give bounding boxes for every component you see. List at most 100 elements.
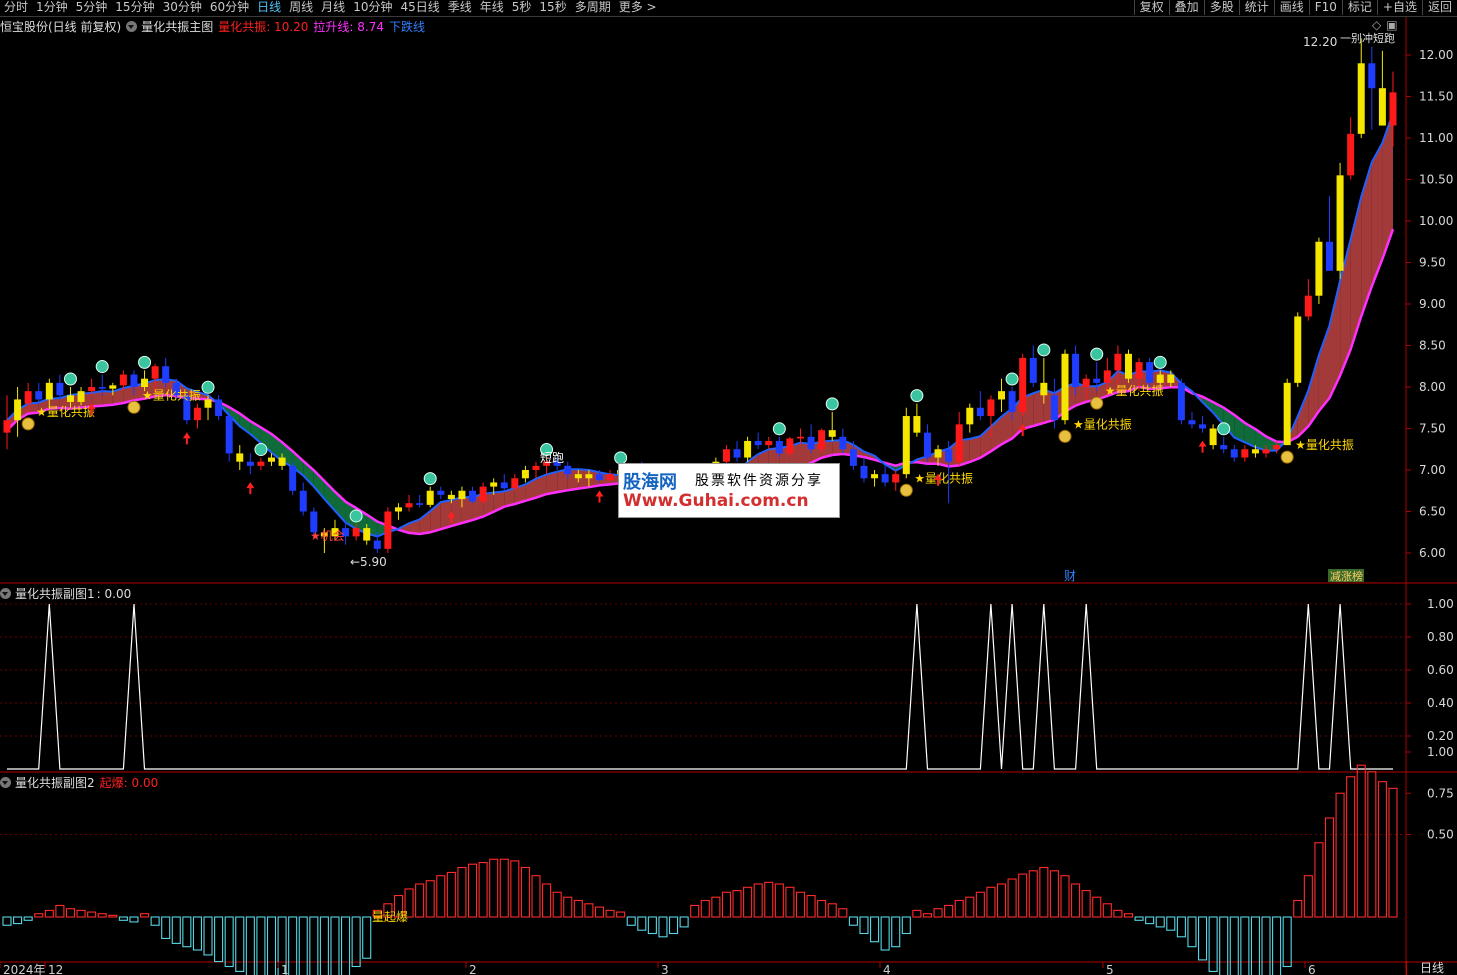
- candle-body: [447, 494, 455, 500]
- sub2-title[interactable]: 量化共振副图2: [15, 774, 95, 791]
- candle-body: [1220, 445, 1228, 450]
- period-tab-3[interactable]: 15分钟: [115, 0, 154, 15]
- sub1-menu-icon[interactable]: [0, 588, 11, 599]
- check-badge-icon: [1153, 355, 1167, 369]
- toolbar-button-6[interactable]: 标记: [1341, 0, 1377, 15]
- toolbar-button-8[interactable]: 返回: [1421, 0, 1457, 15]
- sub2-bar: [1293, 899, 1303, 918]
- check-badge-icon: [910, 389, 924, 403]
- sub2-bar: [563, 896, 573, 918]
- money-bag-icon: [1280, 450, 1294, 464]
- period-switch-button[interactable]: 日线: [1406, 961, 1457, 975]
- period-tab-15[interactable]: 多周期: [575, 0, 611, 15]
- candle-body: [98, 387, 106, 389]
- candle-body: [998, 391, 1006, 400]
- sub2-bar: [531, 875, 541, 918]
- period-tab-2[interactable]: 5分钟: [76, 0, 108, 15]
- sub2-bar: [478, 861, 488, 918]
- candle-body: [1357, 63, 1365, 134]
- period-tab-13[interactable]: 5秒: [512, 0, 532, 15]
- toolbar-button-4[interactable]: 画线: [1273, 0, 1309, 15]
- sub1-title[interactable]: 量化共振副图1: [15, 585, 95, 602]
- sub2-bar: [256, 916, 266, 975]
- candle-body: [141, 378, 149, 387]
- candle-body: [1209, 428, 1217, 446]
- sub2-bar: [1166, 916, 1176, 931]
- candle-body: [1008, 391, 1016, 412]
- period-tab-16[interactable]: 更多 >: [619, 0, 657, 15]
- sub2-bar: [330, 916, 340, 975]
- period-tab-0[interactable]: 分时: [4, 0, 28, 15]
- rise-band-segment: [102, 391, 113, 406]
- sub2-menu-icon[interactable]: [0, 777, 11, 788]
- period-tab-7[interactable]: 周线: [289, 0, 313, 15]
- sub2-bar: [182, 916, 192, 948]
- diamond-icon[interactable]: ◇: [1372, 18, 1381, 32]
- period-tab-14[interactable]: 15秒: [539, 0, 566, 15]
- sub2-bar: [192, 916, 202, 951]
- sub2-bar: [489, 858, 499, 918]
- burst-label: 量起爆: [372, 910, 408, 924]
- candle-body: [1336, 175, 1344, 271]
- period-tab-4[interactable]: 30分钟: [163, 0, 202, 15]
- candle-body: [45, 382, 53, 400]
- y-tick-label: 9.50: [1419, 256, 1446, 270]
- candle-body: [754, 440, 762, 446]
- candle-body: [437, 490, 445, 495]
- candle-body: [405, 503, 413, 508]
- candle-body: [299, 490, 307, 512]
- candle-body: [246, 461, 254, 466]
- toolbar-button-1[interactable]: 叠加: [1168, 0, 1204, 15]
- sub2-bar: [415, 883, 425, 918]
- maximize-icon[interactable]: ▣: [1386, 18, 1397, 32]
- period-tab-12[interactable]: 年线: [480, 0, 504, 15]
- toolbar-button-7[interactable]: +自选: [1376, 0, 1422, 15]
- y-tick-label: 6.00: [1419, 546, 1446, 560]
- sub2-bar: [679, 916, 689, 928]
- sub2-bar: [44, 909, 54, 918]
- period-tab-10[interactable]: 45日线: [400, 0, 439, 15]
- period-tab-1[interactable]: 1分钟: [36, 0, 68, 15]
- sub2-header: 量化共振副图2 起爆: 0.00: [0, 774, 163, 791]
- sub2-bar: [1155, 916, 1165, 928]
- sub2-bar: [764, 881, 774, 918]
- candle-body: [902, 416, 910, 475]
- sub2-bar: [65, 908, 76, 918]
- sub2-bar: [975, 891, 985, 918]
- period-tab-6[interactable]: 日线: [257, 0, 281, 15]
- candle-body: [1347, 133, 1355, 176]
- period-tab-9[interactable]: 10分钟: [353, 0, 392, 15]
- candle-body: [966, 407, 974, 425]
- sub2-bar: [1071, 883, 1081, 918]
- period-tab-8[interactable]: 月线: [321, 0, 345, 15]
- sub2-bar: [203, 916, 213, 956]
- y-tick-label: 10.00: [1419, 214, 1453, 228]
- sub2-bar: [605, 909, 615, 918]
- candle-body: [1019, 357, 1027, 412]
- sub2-bar: [1197, 916, 1208, 961]
- toolbar-button-3[interactable]: 统计: [1238, 0, 1274, 15]
- period-tab-11[interactable]: 季线: [448, 0, 472, 15]
- sub2-bar: [647, 916, 657, 935]
- candle-body: [585, 474, 593, 479]
- toolbar-button-2[interactable]: 多股: [1203, 0, 1239, 15]
- sub2-bar: [319, 916, 329, 975]
- candle-body: [1241, 449, 1249, 458]
- toolbar-button-5[interactable]: F10: [1308, 0, 1342, 15]
- sub2-bar: [594, 906, 605, 918]
- candle-body: [1273, 445, 1281, 450]
- candle-body: [976, 407, 984, 417]
- candle-body: [88, 387, 96, 392]
- sub2-bar: [986, 886, 996, 918]
- sub2-bar: [933, 908, 943, 918]
- main-indicator-name[interactable]: 量化共振主图: [141, 18, 213, 35]
- sub2-bar: [446, 871, 456, 918]
- sub2-bar: [351, 916, 361, 968]
- sub2-bar: [499, 858, 509, 918]
- indicator-menu-icon[interactable]: [126, 21, 138, 32]
- period-tab-5[interactable]: 60分钟: [210, 0, 249, 15]
- toolbar-button-0[interactable]: 复权: [1133, 0, 1169, 15]
- sub2-bar: [266, 916, 277, 975]
- candle-body: [66, 395, 74, 402]
- sub1-header: 量化共振副图1 : 0.00: [0, 585, 136, 602]
